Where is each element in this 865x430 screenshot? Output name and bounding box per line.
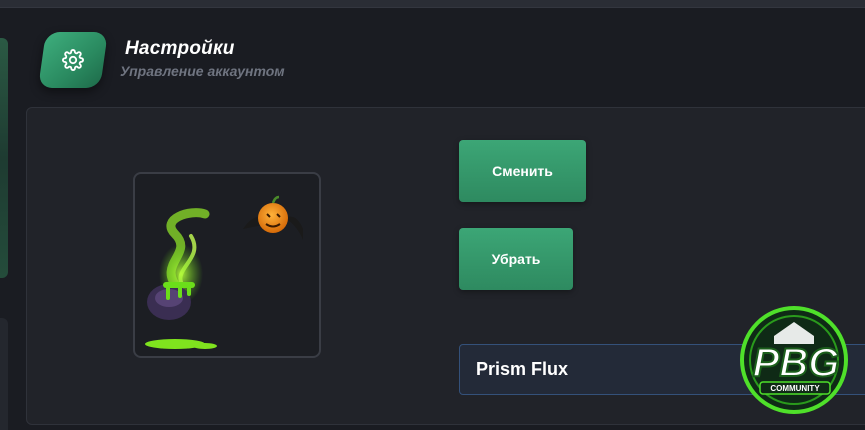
sidebar-edge <box>0 38 8 278</box>
halloween-avatar-image <box>145 195 303 349</box>
settings-badge <box>38 32 108 88</box>
avatar <box>133 172 321 358</box>
top-bar <box>0 0 865 8</box>
page-subtitle: Управление аккаунтом <box>120 63 285 79</box>
change-avatar-button[interactable]: Сменить <box>459 140 586 202</box>
logo-tagline: COMMUNITY <box>770 384 820 393</box>
sidebar-edge-lower <box>0 318 8 430</box>
pbg-community-logo: PBG COMMUNITY <box>730 300 862 420</box>
logo-brand: PBG <box>753 341 840 385</box>
page-title: Настройки <box>125 38 235 59</box>
remove-avatar-button[interactable]: Убрать <box>459 228 573 290</box>
gear-icon <box>62 49 84 71</box>
settings-header: Настройки Управление аккаунтом <box>38 32 442 92</box>
